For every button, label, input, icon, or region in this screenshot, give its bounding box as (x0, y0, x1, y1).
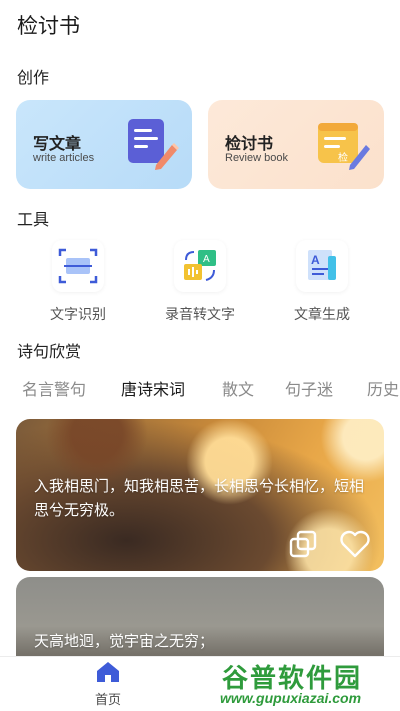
home-icon (97, 662, 119, 682)
heart-icon (340, 530, 370, 558)
page-title: 检讨书 (17, 14, 80, 38)
tool-article-generate[interactable]: A 文章生成 (272, 240, 372, 324)
section-title-tools: 工具 (17, 210, 50, 229)
tool-label: 文字识别 (50, 307, 106, 323)
card-subtitle: Review book (225, 152, 288, 164)
poem-card[interactable]: 入我相思门，知我相思苦，长相思兮长相忆，短相思兮无穷极。 (16, 419, 384, 571)
scroll-edit-icon: 检 (318, 123, 370, 170)
poem-text: 天高地迥，觉宇宙之无穷； (34, 632, 215, 650)
nav-home[interactable]: 首页 (78, 661, 138, 708)
copy-icon (289, 530, 317, 558)
poem-actions (286, 527, 372, 561)
svg-text:A: A (203, 254, 210, 265)
text-scan-icon (52, 240, 104, 292)
card-title: 检讨书 (225, 134, 274, 153)
speech-to-text-icon: A (174, 240, 226, 292)
review-book-card[interactable]: 检讨书 Review book 检 (208, 100, 384, 189)
tool-speech-to-text[interactable]: A 录音转文字 (150, 240, 250, 324)
tool-text-recognition[interactable]: 文字识别 (28, 240, 128, 324)
section-title-poems: 诗句欣赏 (17, 342, 82, 361)
stamp-text: 检 (338, 151, 348, 164)
tab-history[interactable]: 历史 (367, 376, 399, 400)
bottom-nav: 首页 (0, 656, 400, 711)
tab-famous-quotes[interactable]: 名言警句 (22, 376, 86, 400)
document-edit-icon (128, 119, 179, 170)
tab-tang-song-poems[interactable]: 唐诗宋词 (121, 376, 185, 400)
write-articles-card[interactable]: 写文章 write articles (16, 100, 192, 189)
article-generate-icon: A (296, 240, 348, 292)
tab-prose[interactable]: 散文 (222, 376, 254, 400)
favorite-button[interactable] (338, 527, 372, 561)
tab-sentences[interactable]: 句子迷 (285, 376, 333, 400)
tool-label: 文章生成 (294, 307, 350, 323)
category-tabs: 名言警句 唐诗宋词 散文 句子迷 历史 (0, 376, 400, 404)
section-title-create: 创作 (17, 68, 50, 87)
copy-button[interactable] (286, 527, 320, 561)
card-subtitle: write articles (33, 152, 95, 164)
poem-text: 入我相思门，知我相思苦，长相思兮长相忆，短相思兮无穷极。 (34, 477, 365, 519)
nav-home-label: 首页 (94, 693, 121, 708)
card-title: 写文章 (33, 134, 82, 153)
svg-text:A: A (311, 253, 320, 267)
tool-label: 录音转文字 (165, 307, 235, 323)
